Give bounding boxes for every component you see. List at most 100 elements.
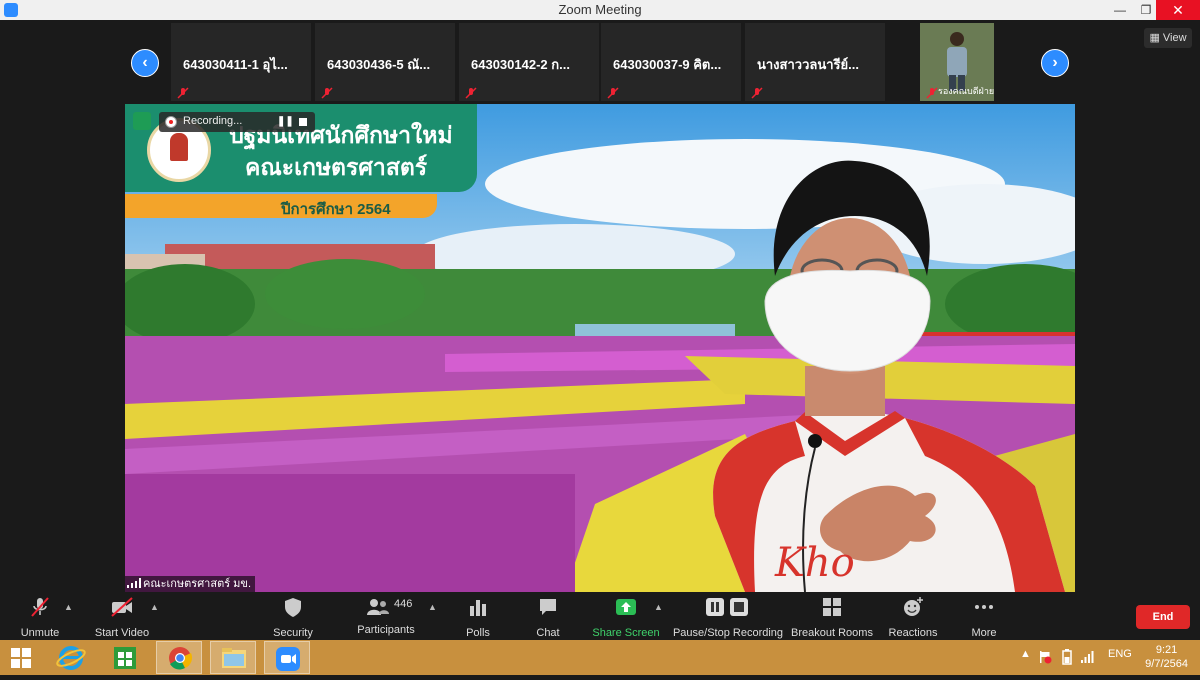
taskbar-internet-explorer[interactable] [48,641,94,674]
signal-strength-icon [127,578,141,588]
taskbar-file-explorer[interactable] [210,641,256,674]
minimize-icon: — [1114,3,1126,17]
start-button[interactable] [0,641,42,674]
participant-name: 643030142-2 ก... [471,57,570,72]
participant-name: รองคณบดีฝ่ายวิชาการ... [938,86,994,96]
participant-video-tile[interactable]: รองคณบดีฝ่ายวิชาการ... [920,23,994,101]
reactions-label: Reactions [888,627,938,639]
participant-name: 643030411-1 อุไ... [183,57,288,72]
more-button[interactable]: More [964,596,1004,639]
title-bar: Zoom Meeting — ❐ ✕ [0,0,1200,20]
language-indicator[interactable]: ENG [1108,648,1132,660]
more-label: More [971,627,997,639]
mic-muted-icon [31,597,49,617]
security-shield-icon [133,112,151,130]
folder-icon [222,648,246,668]
reactions-icon [904,597,923,616]
presenter-figure: Kho [713,160,1065,592]
participant-video-person [947,32,967,91]
chevron-left-icon: ‹ [142,54,148,71]
share-options-chevron-icon[interactable]: ▲ [654,602,663,612]
pause-recording-icon[interactable]: ❚❚ [277,116,294,127]
participants-count: 446 [394,598,413,610]
active-speaker-video: ปฐมนิเทศนักศึกษาใหม่ คณะเกษตรศาสตร์ ปีกา… [125,104,1075,592]
mic-muted-icon [177,87,189,99]
restore-icon: ❐ [1140,3,1152,17]
breakout-rooms-icon [823,598,841,616]
participant-tile[interactable]: 643030436-5 ณั... [315,23,455,101]
view-label: View [1162,32,1187,44]
audio-options-chevron-icon[interactable]: ▲ [64,602,73,612]
meeting-controls: Unmute ▲ Start Video ▲ Security 446 Part… [0,592,1200,640]
start-video-button[interactable]: Start Video [92,596,152,639]
window-title: Zoom Meeting [558,2,642,17]
clock-time: 9:21 [1155,644,1178,656]
banner-subtitle: คณะเกษตรศาสตร์ [245,154,428,180]
participant-name: 643030037-9 คิต... [613,57,722,72]
chat-button[interactable]: Chat [528,596,568,639]
minimize-button[interactable]: — [1106,0,1134,20]
participant-tile[interactable]: นางสาววลนารีย์... [745,23,885,101]
participant-strip: ‹ 643030411-1 อุไ... 643030436-5 ณั... 6… [0,20,1200,104]
taskbar-zoom[interactable] [264,641,310,674]
breakout-rooms-button[interactable]: Breakout Rooms [790,596,874,639]
battery-icon[interactable] [1060,649,1074,665]
close-icon: ✕ [1172,2,1184,18]
taskbar-clock[interactable]: 9:21 9/7/2564 [1145,643,1188,671]
grid-view-icon: ▦ [1149,32,1160,44]
shield-icon [285,598,301,617]
share-screen-label: Share Screen [592,627,660,639]
pause-stop-recording-button[interactable]: Pause/Stop Recording [672,596,784,639]
chrome-icon [169,647,193,670]
share-screen-icon [616,599,636,615]
participant-tile[interactable]: 643030037-9 คิต... [601,23,741,101]
start-video-label: Start Video [94,627,150,639]
mic-muted-icon [926,87,938,99]
recording-indicator: Recording... ❚❚ [159,112,315,132]
chat-label: Chat [536,627,560,639]
taskbar-windows-store[interactable] [102,641,148,674]
gallery-prev-button[interactable]: ‹ [131,49,159,77]
academic-year-bar: ปีการศึกษา 2564 [125,194,437,218]
internet-explorer-icon [56,646,86,670]
mic-muted-icon [465,87,477,99]
participants-options-chevron-icon[interactable]: ▲ [428,602,437,612]
chat-icon [540,599,556,615]
action-center-flag-icon[interactable] [1038,650,1052,664]
video-options-chevron-icon[interactable]: ▲ [150,602,159,612]
participants-button[interactable]: 446 Participants [352,596,420,636]
network-signal-icon[interactable] [1080,650,1094,664]
participant-tile[interactable]: 643030411-1 อุไ... [171,23,311,101]
breakout-rooms-label: Breakout Rooms [791,627,873,639]
zoom-icon [276,647,300,671]
recording-label: Recording... [183,115,243,127]
polls-icon [470,600,486,616]
academic-year-label: ปีการศึกษา 2564 [281,201,391,218]
view-button[interactable]: ▦ View [1144,28,1192,48]
pause-stop-recording-label: Pause/Stop Recording [672,627,784,639]
gallery-next-button[interactable]: › [1041,49,1069,77]
mic-muted-icon [321,87,333,99]
windows-logo-icon [11,648,31,668]
store-icon [114,647,136,669]
participant-tile[interactable]: 643030142-2 ก... [459,23,599,101]
unmute-button[interactable]: Unmute [12,596,68,639]
reactions-button[interactable]: Reactions [886,596,940,639]
stop-recording-icon[interactable] [299,118,307,126]
polls-button[interactable]: Polls [458,596,498,639]
speaker-name-tag: คณะเกษตรศาสตร์ มข. [125,576,256,592]
windows-taskbar: ▲ ENG 9:21 9/7/2564 [0,640,1200,675]
close-button[interactable]: ✕ [1156,0,1200,20]
participants-label: Participants [357,624,415,636]
unmute-label: Unmute [20,627,60,639]
mic-muted-icon [751,87,763,99]
tray-expand-icon[interactable]: ▲ [1020,648,1031,660]
pause-stop-recording-icon [706,598,748,616]
more-dots-icon [975,605,993,609]
security-button[interactable]: Security [268,596,318,639]
share-screen-button[interactable]: Share Screen [592,596,660,639]
speaker-name: คณะเกษตรศาสตร์ มข. [143,578,252,590]
end-meeting-button[interactable]: End [1136,605,1190,629]
security-label: Security [273,627,313,639]
taskbar-chrome[interactable] [156,641,202,674]
